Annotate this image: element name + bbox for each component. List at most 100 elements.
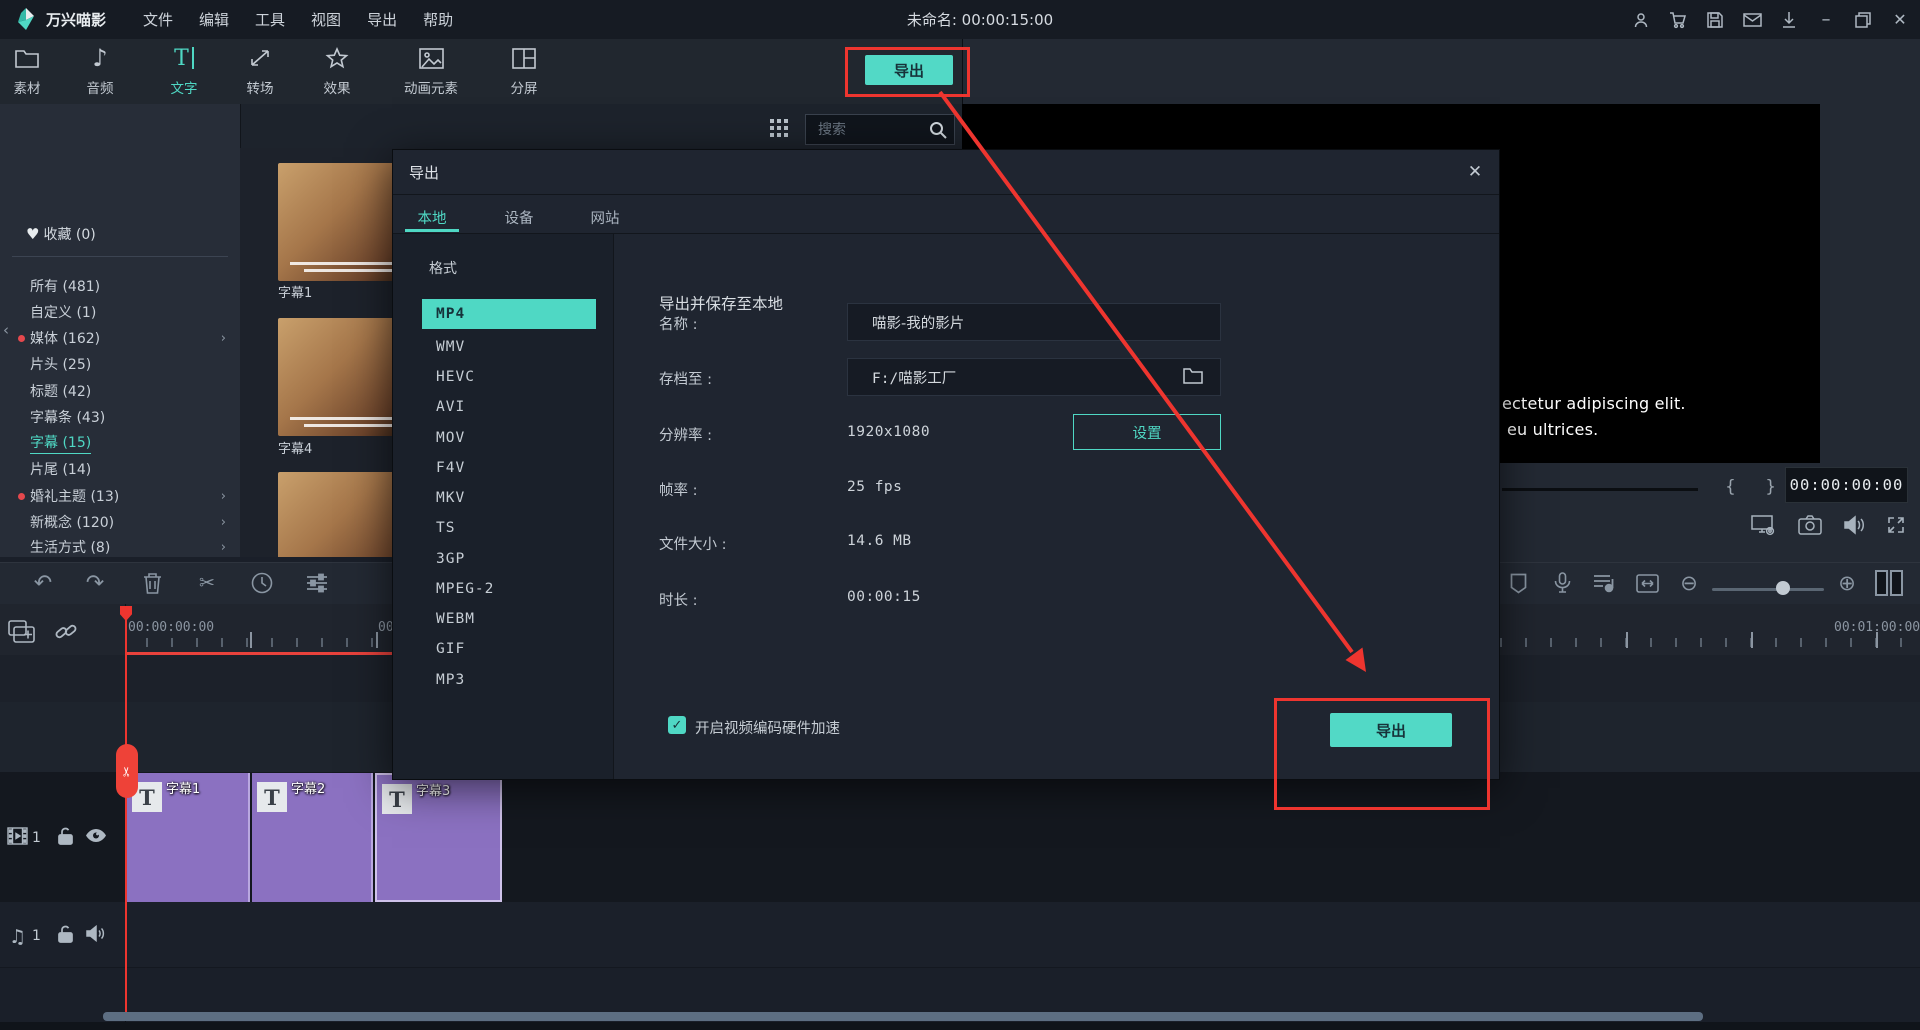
redo-icon[interactable]: ↷ (80, 570, 110, 596)
minimize-button[interactable]: – (1814, 8, 1838, 32)
dual-view-icon[interactable] (1874, 570, 1904, 596)
delete-icon[interactable] (137, 570, 167, 596)
timeline-clip-selected[interactable]: T 字幕3 (375, 773, 502, 902)
format-option-webm[interactable]: WEBM (422, 604, 596, 634)
restore-button[interactable] (1851, 8, 1875, 32)
timeline-clip[interactable]: T 字幕2 (252, 773, 373, 902)
split-scissors-icon[interactable]: ✂ (192, 570, 222, 596)
sidebar-item-lowerthirds[interactable]: 字幕条 (43) (0, 404, 240, 430)
tab-text[interactable]: T 文字 (146, 45, 222, 109)
lock-icon[interactable] (57, 925, 74, 944)
menu-view[interactable]: 视图 (311, 9, 341, 30)
link-icon[interactable] (54, 620, 78, 644)
preview-subtitle-text: eu ultrices. (1507, 420, 1599, 439)
menu-export[interactable]: 导出 (367, 9, 397, 30)
zoom-out-icon[interactable]: ⊖ (1674, 570, 1704, 596)
undo-icon[interactable]: ↶ (28, 570, 58, 596)
format-option-ts[interactable]: TS (422, 513, 596, 543)
tab-elements[interactable]: 动画元素 (393, 45, 469, 103)
dialog-close-icon[interactable]: ✕ (1461, 158, 1489, 186)
mark-in-out-icons[interactable]: { } (1725, 477, 1788, 497)
lock-icon[interactable] (57, 827, 74, 846)
seek-bar[interactable] (1502, 488, 1698, 491)
eye-icon[interactable] (85, 828, 107, 843)
store-cart-icon[interactable] (1666, 8, 1690, 32)
menu-tools[interactable]: 工具 (255, 9, 285, 30)
format-option-f4v[interactable]: F4V (422, 453, 596, 483)
sidebar-item-custom[interactable]: 自定义 (1) (0, 299, 240, 325)
sidebar-item-newconcept[interactable]: 新概念 (120) › (0, 509, 240, 535)
dialog-tab-device[interactable]: 设备 (489, 202, 549, 232)
sidebar-item-endcredits[interactable]: 片尾 (14) (0, 456, 240, 482)
format-option-hevc[interactable]: HEVC (422, 362, 596, 392)
path-label: 存档至 : (659, 372, 712, 388)
render-preview-icon[interactable] (1589, 570, 1619, 596)
name-input[interactable]: 喵影-我的影片 (847, 303, 1221, 341)
sidebar-item-subtitles[interactable]: 字幕 (15) (0, 430, 240, 456)
fullscreen-icon[interactable] (1882, 513, 1910, 537)
sidebar-item-favorites[interactable]: ♥ 收藏 (0) (0, 221, 240, 247)
zoom-slider-handle[interactable] (1776, 581, 1790, 595)
format-option-3gp[interactable]: 3GP (422, 544, 596, 574)
collapse-sidebar-icon[interactable]: ‹ (0, 318, 12, 342)
format-option-mpeg2[interactable]: MPEG-2 (422, 574, 596, 604)
marker-icon[interactable] (1503, 570, 1533, 596)
format-option-mp4[interactable]: MP4 (422, 299, 596, 329)
sidebar-item-lifestyle[interactable]: 生活方式 (8) › (0, 534, 240, 560)
tab-splitscreen[interactable]: 分屏 (486, 45, 562, 103)
adjust-sliders-icon[interactable] (302, 570, 332, 596)
path-input[interactable]: F:/喵影工厂 (847, 358, 1221, 396)
dialog-tab-web[interactable]: 网站 (575, 202, 635, 232)
format-option-wmv[interactable]: WMV (422, 332, 596, 362)
horizontal-scrollbar[interactable] (103, 1012, 1703, 1021)
tab-audio[interactable]: ♪ 音频 (62, 44, 138, 103)
snapshot-camera-icon[interactable] (1796, 513, 1824, 537)
playhead-scissors-badge[interactable]: ✂ (116, 744, 138, 798)
grid-view-icon[interactable] (770, 119, 774, 123)
format-option-mp3[interactable]: MP3 (422, 665, 596, 695)
dialog-tab-local[interactable]: 本地 (402, 202, 462, 232)
tab-transitions[interactable]: 转场 (222, 45, 298, 103)
display-settings-icon[interactable] (1750, 513, 1778, 537)
hw-accel-label: 开启视频编码硬件加速 (695, 721, 840, 737)
record-mic-icon[interactable] (1547, 570, 1577, 596)
save-icon[interactable] (1703, 8, 1727, 32)
zoom-in-icon[interactable]: ⊕ (1832, 570, 1862, 596)
zoom-slider[interactable] (1712, 588, 1824, 591)
sidebar-item-titles[interactable]: 标题 (42) (0, 378, 240, 404)
format-option-gif[interactable]: GIF (422, 634, 596, 664)
hw-accel-checkbox[interactable]: ✓ (668, 716, 686, 734)
audio-track[interactable] (0, 902, 1920, 968)
playhead-line[interactable] (125, 608, 127, 1012)
download-icon[interactable] (1777, 8, 1801, 32)
search-icon[interactable] (928, 120, 948, 140)
browse-folder-icon[interactable] (1183, 367, 1203, 384)
export-button-toolbar[interactable]: 导出 (865, 55, 953, 85)
settings-button[interactable]: 设置 (1073, 414, 1221, 450)
timecode-display: 00:00:00:00 (1785, 467, 1908, 503)
tab-media[interactable]: 素材 (0, 45, 65, 103)
menu-file[interactable]: 文件 (143, 9, 173, 30)
format-option-mov[interactable]: MOV (422, 423, 596, 453)
export-button-dialog[interactable]: 导出 (1330, 713, 1452, 747)
volume-icon[interactable] (1840, 513, 1868, 537)
close-button[interactable]: ✕ (1888, 8, 1912, 32)
app-window: 万兴喵影 文件 编辑 工具 视图 导出 帮助 未命名: 00:00:15:00 … (0, 0, 1920, 1030)
sidebar-item-intros[interactable]: 片头 (25) (0, 351, 240, 377)
sidebar-item-all[interactable]: 所有 (481) (0, 273, 240, 299)
account-icon[interactable] (1629, 8, 1653, 32)
format-option-avi[interactable]: AVI (422, 392, 596, 422)
add-track-icon[interactable] (8, 620, 35, 644)
timeline-clip[interactable]: T 字幕1 (127, 773, 250, 902)
mail-icon[interactable] (1740, 8, 1764, 32)
speed-clock-icon[interactable] (247, 570, 277, 596)
tab-effects[interactable]: 效果 (299, 45, 375, 103)
menu-help[interactable]: 帮助 (423, 9, 453, 30)
fit-timeline-icon[interactable] (1632, 570, 1662, 596)
sidebar-item-media[interactable]: 媒体 (162) › (0, 325, 240, 351)
format-option-mkv[interactable]: MKV (422, 483, 596, 513)
mute-speaker-icon[interactable] (85, 925, 105, 942)
sidebar-item-wedding[interactable]: 婚礼主题 (13) › (0, 483, 240, 509)
menu-edit[interactable]: 编辑 (199, 9, 229, 30)
search-input[interactable] (816, 118, 930, 142)
